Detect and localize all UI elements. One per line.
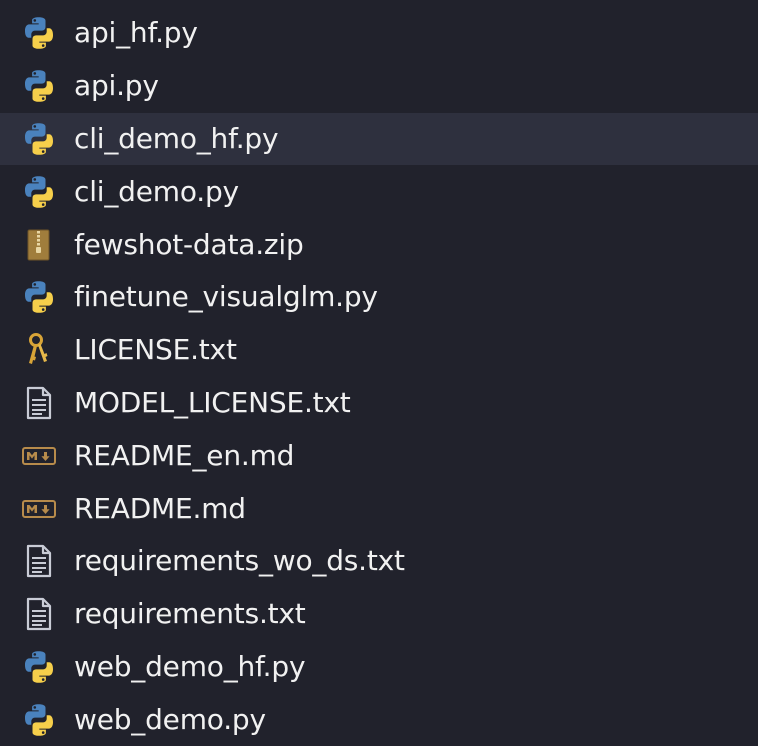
file-name-label: requirements.txt bbox=[74, 596, 306, 630]
file-row[interactable]: README_en.md bbox=[0, 429, 758, 482]
file-row[interactable]: web_demo.py bbox=[0, 693, 758, 746]
markdown-icon bbox=[22, 439, 56, 473]
file-row[interactable]: cli_demo_hf.py bbox=[0, 112, 758, 166]
file-name-label: api_hf.py bbox=[74, 16, 198, 50]
file-row[interactable]: MODEL_LICENSE.txt bbox=[0, 377, 758, 430]
file-name-label: api.py bbox=[74, 69, 159, 103]
file-row[interactable]: requirements.txt bbox=[0, 588, 758, 641]
file-row[interactable]: requirements_wo_ds.txt bbox=[0, 535, 758, 588]
file-name-label: cli_demo.py bbox=[74, 174, 239, 208]
text-file-icon bbox=[22, 597, 56, 631]
file-name-label: web_demo_hf.py bbox=[74, 649, 306, 683]
file-row[interactable]: fewshot-data.zip bbox=[0, 218, 758, 271]
file-row[interactable]: finetune_visualglm.py bbox=[0, 271, 758, 324]
file-explorer-list: api_hf.py api.py cli_demo_hf.py cli_demo… bbox=[0, 0, 758, 743]
file-name-label: README.md bbox=[74, 491, 246, 525]
python-icon bbox=[22, 280, 56, 314]
file-row[interactable]: cli_demo.py bbox=[0, 165, 758, 218]
file-name-label: MODEL_LICENSE.txt bbox=[74, 385, 351, 419]
python-icon bbox=[22, 122, 56, 156]
zip-icon bbox=[22, 228, 56, 262]
file-row[interactable]: api_hf.py bbox=[0, 7, 758, 60]
file-name-label: finetune_visualglm.py bbox=[74, 280, 378, 314]
file-name-label: fewshot-data.zip bbox=[74, 227, 304, 261]
file-row[interactable]: README.md bbox=[0, 482, 758, 535]
file-row[interactable]: LICENSE.txt bbox=[0, 324, 758, 377]
license-key-icon bbox=[22, 333, 56, 367]
python-icon bbox=[22, 703, 56, 737]
file-name-label: requirements_wo_ds.txt bbox=[74, 544, 405, 578]
python-icon bbox=[22, 16, 56, 50]
text-file-icon bbox=[22, 386, 56, 420]
text-file-icon bbox=[22, 544, 56, 578]
file-row[interactable]: api.py bbox=[0, 60, 758, 113]
python-icon bbox=[22, 175, 56, 209]
file-row[interactable]: web_demo_hf.py bbox=[0, 641, 758, 694]
file-name-label: cli_demo_hf.py bbox=[74, 121, 279, 155]
file-name-label: README_en.md bbox=[74, 438, 295, 472]
file-name-label: LICENSE.txt bbox=[74, 333, 237, 367]
python-icon bbox=[22, 69, 56, 103]
python-icon bbox=[22, 650, 56, 684]
markdown-icon bbox=[22, 492, 56, 526]
file-name-label: web_demo.py bbox=[74, 702, 266, 736]
